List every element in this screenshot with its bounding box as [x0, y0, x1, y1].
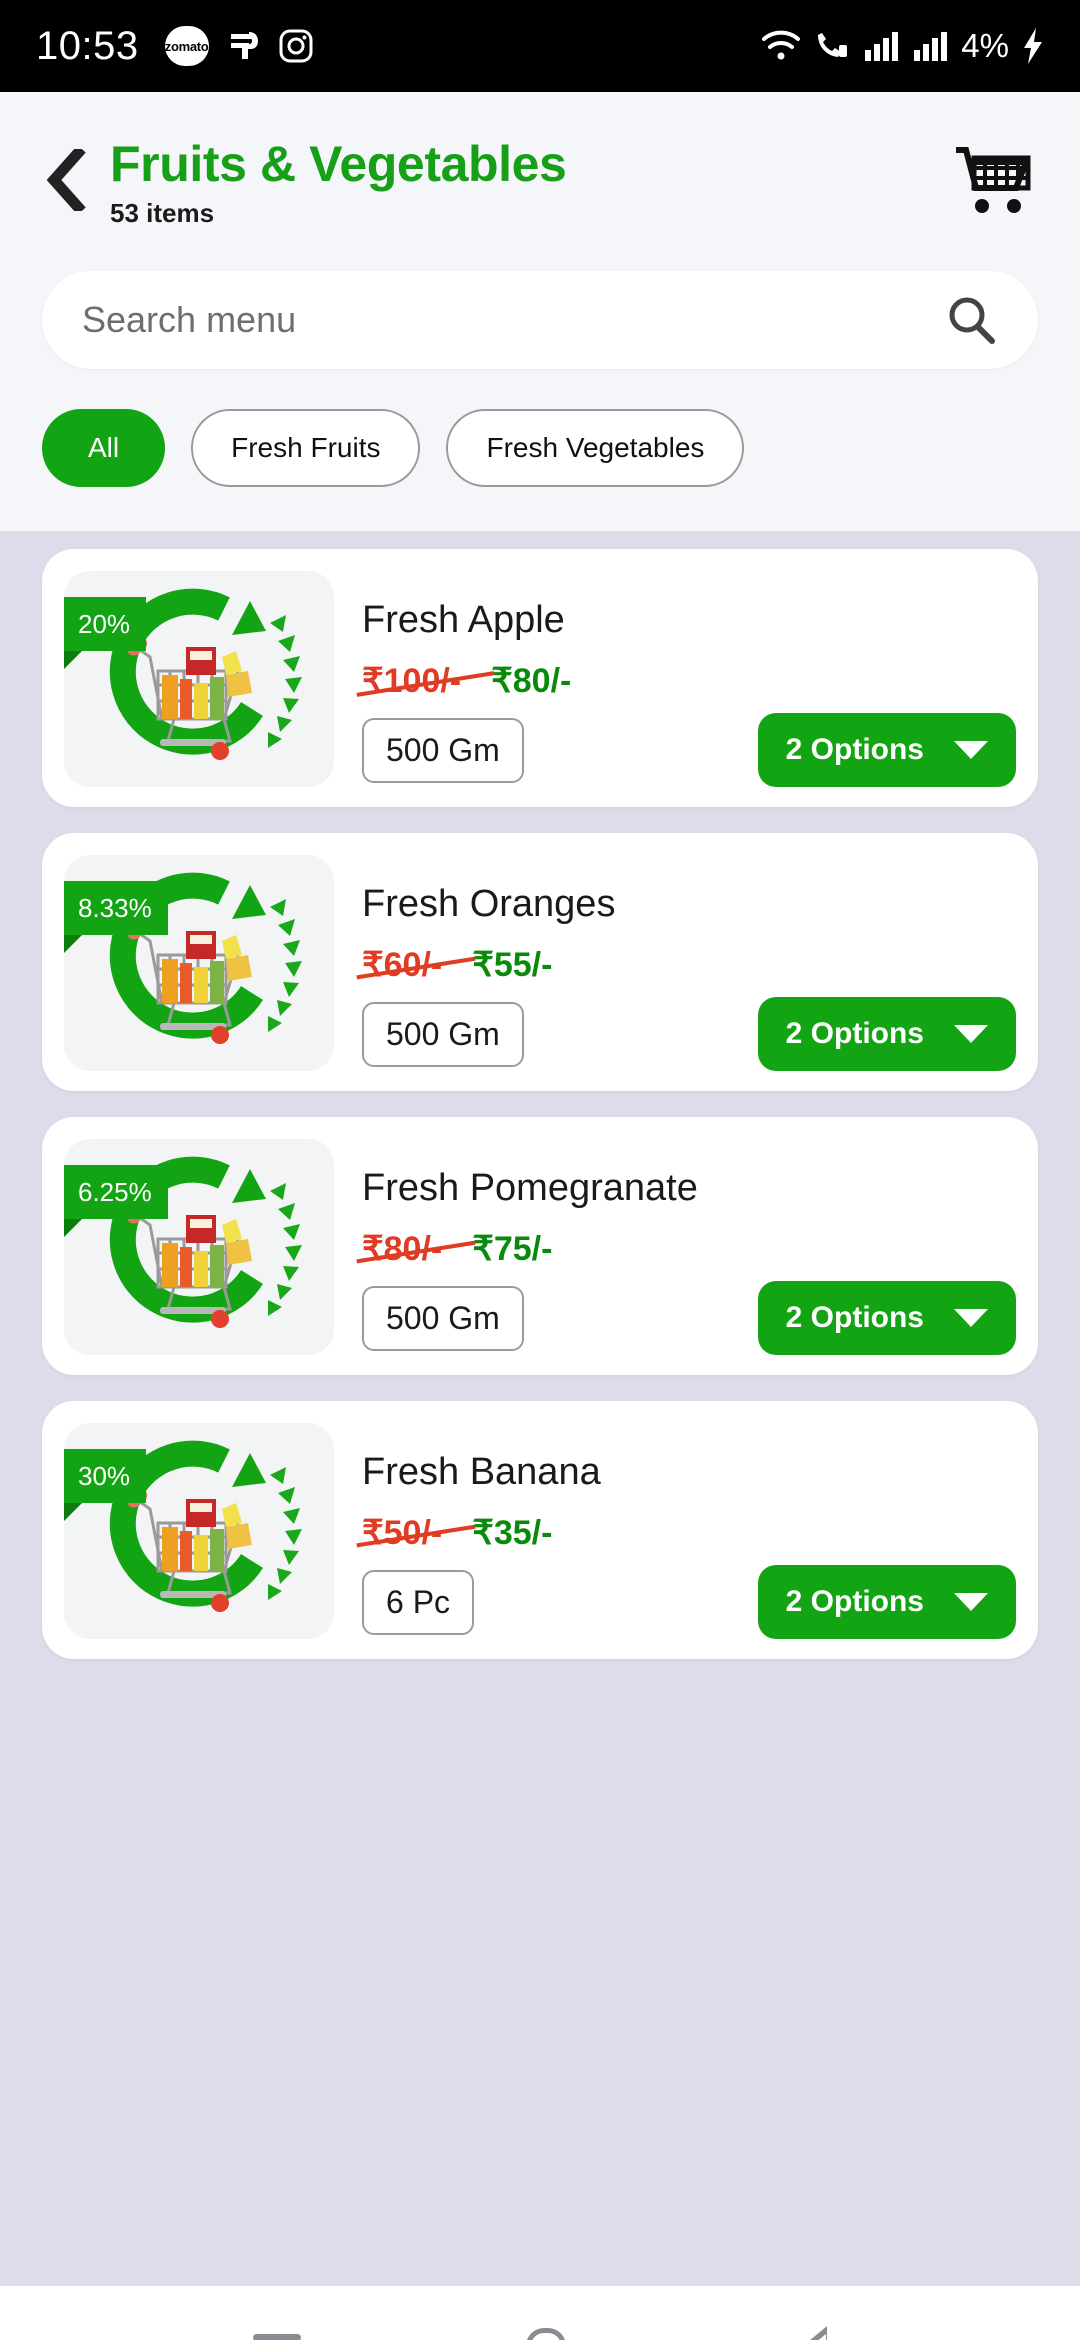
search-input[interactable]	[82, 299, 946, 341]
product-list[interactable]: 20% Fresh Apple ₹100/- ₹80/- 500 Gm 2 Op…	[0, 531, 1080, 2286]
options-dropdown-button[interactable]: 2 Options	[757, 1281, 1016, 1355]
options-label: 2 Options	[785, 1301, 924, 1334]
zomato-icon: zomato	[164, 26, 209, 66]
product-thumbnail: 20%	[64, 571, 334, 787]
options-dropdown-button[interactable]: 2 Options	[757, 713, 1016, 787]
signal-bars-icon	[912, 30, 948, 62]
filter-chip-all[interactable]: All	[42, 409, 166, 487]
filter-chip-fresh-vegetables[interactable]: Fresh Vegetables	[446, 409, 745, 487]
phonepe-icon	[227, 28, 261, 64]
search-bar[interactable]	[42, 271, 1038, 369]
options-dropdown-button[interactable]: 2 Options	[757, 1565, 1016, 1639]
lightning-bolt-icon	[1022, 28, 1044, 64]
price-row: ₹80/- ₹75/-	[362, 1229, 1016, 1269]
price-row: ₹100/- ₹80/-	[362, 661, 1016, 701]
options-dropdown-button[interactable]: 2 Options	[757, 997, 1016, 1071]
back-chevron-icon[interactable]	[40, 148, 92, 212]
options-label: 2 Options	[785, 733, 924, 766]
discounted-price: ₹80/-	[491, 662, 572, 700]
discount-badge: 30%	[64, 1449, 147, 1521]
discount-badge: 6.25%	[64, 1165, 168, 1237]
product-thumbnail: 8.33%	[64, 855, 334, 1071]
chevron-down-icon	[954, 1025, 988, 1043]
product-card[interactable]: 6.25% Fresh Pomegranate ₹80/- ₹75/- 500 …	[42, 1117, 1038, 1375]
product-info: Fresh Apple ₹100/- ₹80/- 500 Gm 2 Option…	[334, 571, 1016, 787]
original-price: ₹80/-	[362, 1230, 443, 1268]
price-row: ₹60/- ₹55/-	[362, 945, 1016, 985]
android-navigation-bar	[0, 2286, 1080, 2340]
home-square-icon[interactable]	[525, 2328, 566, 2340]
product-card[interactable]: 20% Fresh Apple ₹100/- ₹80/- 500 Gm 2 Op…	[42, 549, 1038, 807]
back-triangle-icon[interactable]	[791, 2326, 828, 2340]
options-label: 2 Options	[785, 1017, 924, 1050]
discount-badge: 8.33%	[64, 881, 168, 953]
chevron-down-icon	[954, 1593, 988, 1611]
product-name: Fresh Oranges	[362, 883, 616, 925]
weight-option-chip[interactable]: 500 Gm	[362, 1001, 524, 1067]
product-card[interactable]: 30% Fresh Banana ₹50/- ₹35/- 6 Pc 2 Opti…	[42, 1401, 1038, 1659]
status-bar-system-icons: 4%	[761, 27, 1044, 65]
status-bar-time: 10:53	[36, 23, 139, 68]
signal-bars-icon	[863, 30, 899, 62]
original-price: ₹100/-	[362, 662, 462, 700]
product-name: Fresh Apple	[362, 599, 565, 641]
wifi-icon	[761, 29, 801, 63]
battery-percent-label: 4%	[961, 27, 1009, 64]
original-price: ₹60/-	[362, 946, 443, 984]
discounted-price: ₹75/-	[472, 1230, 553, 1268]
call-signal-icon	[814, 29, 850, 63]
filter-chip-fresh-fruits[interactable]: Fresh Fruits	[191, 409, 421, 487]
product-info: Fresh Pomegranate ₹80/- ₹75/- 500 Gm 2 O…	[334, 1139, 1016, 1355]
page-title: Fruits & Vegetables	[110, 136, 567, 192]
app-header: Fruits & Vegetables 53 items Search menu…	[0, 92, 1080, 531]
category-filter-chips: All Fresh Fruits Fresh Vegetables	[0, 369, 1080, 531]
product-thumbnail: 30%	[64, 1423, 334, 1639]
shopping-cart-icon[interactable]	[948, 136, 1040, 228]
weight-option-chip[interactable]: 6 Pc	[362, 1569, 475, 1635]
discount-badge: 20%	[64, 597, 147, 669]
search-icon[interactable]	[946, 294, 998, 346]
discounted-price: ₹55/-	[472, 946, 553, 984]
chevron-down-icon	[954, 1309, 988, 1327]
product-info: Fresh Oranges ₹60/- ₹55/- 500 Gm 2 Optio…	[334, 855, 1016, 1071]
item-count-label: 53 items	[110, 198, 215, 228]
discounted-price: ₹35/-	[472, 1514, 553, 1552]
options-label: 2 Options	[785, 1585, 924, 1618]
original-price: ₹50/-	[362, 1514, 443, 1552]
weight-option-chip[interactable]: 500 Gm	[362, 1285, 524, 1351]
chevron-down-icon	[954, 741, 988, 759]
price-row: ₹50/- ₹35/-	[362, 1513, 1016, 1553]
product-thumbnail: 6.25%	[64, 1139, 334, 1355]
status-bar-notification-icons: zomato	[164, 26, 313, 66]
recents-menu-icon[interactable]	[252, 2333, 301, 2340]
product-info: Fresh Banana ₹50/- ₹35/- 6 Pc 2 Options	[334, 1423, 1016, 1639]
product-name: Fresh Banana	[362, 1451, 601, 1493]
instagram-icon	[279, 29, 313, 63]
phone-screen: 10:53 zomato 4% Fruits & Vegetables 53 i…	[0, 0, 1080, 2340]
product-name: Fresh Pomegranate	[362, 1167, 698, 1209]
product-card[interactable]: 8.33% Fresh Oranges ₹60/- ₹55/- 500 Gm 2…	[42, 833, 1038, 1091]
weight-option-chip[interactable]: 500 Gm	[362, 717, 524, 783]
status-bar: 10:53 zomato 4%	[0, 0, 1080, 92]
